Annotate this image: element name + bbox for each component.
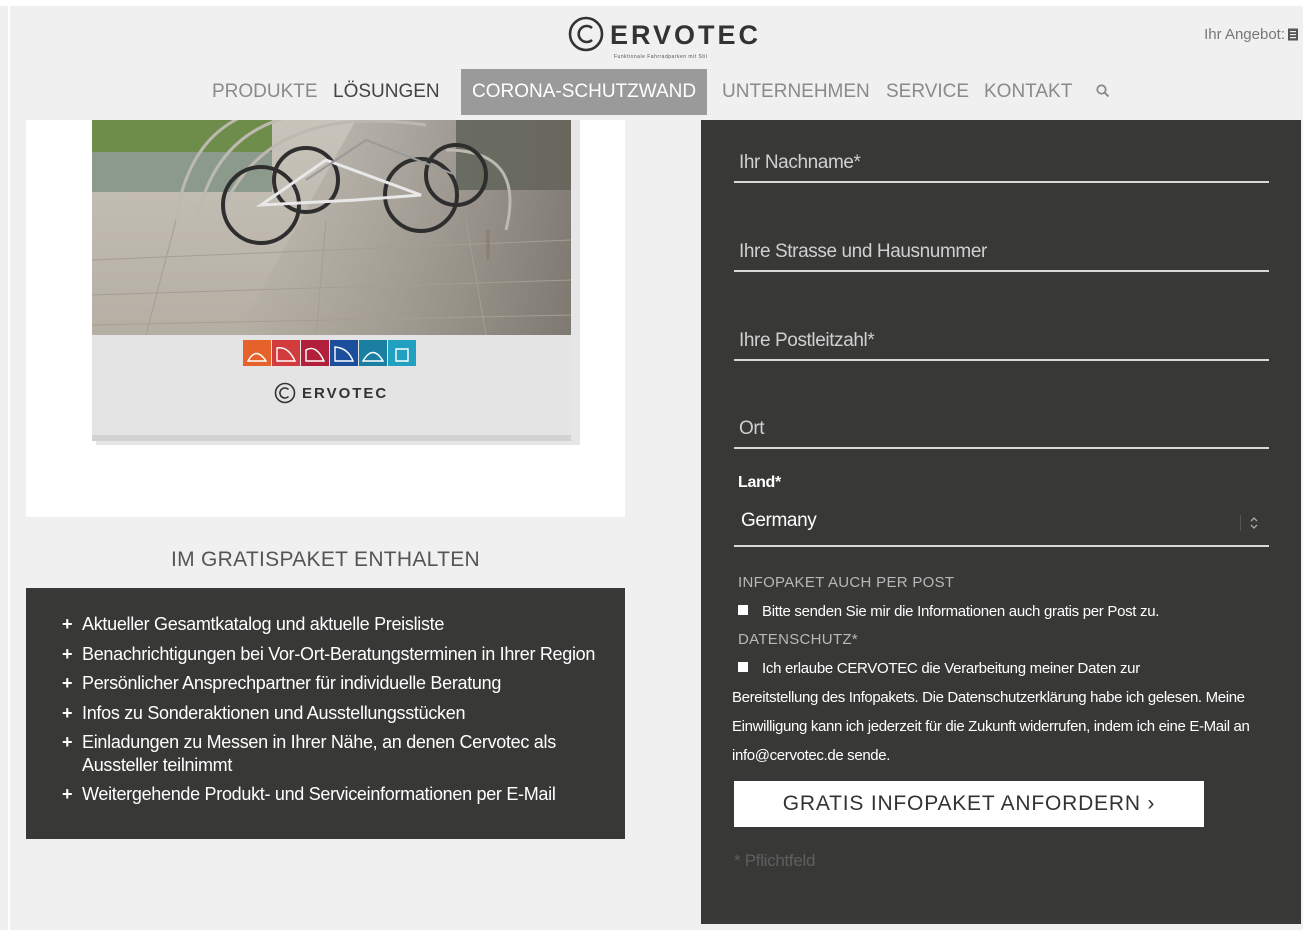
country-select-value: Germany [741,510,817,531]
brand-logo[interactable]: ERVOTEC Funktionale Fahrradparken mit St… [568,14,768,64]
plus-icon: + [62,614,73,634]
benefit-item: + Persönlicher Ansprechpartner für indivi… [62,672,605,695]
submit-button[interactable]: GRATIS INFOPAKET ANFORDERN › [734,781,1204,827]
benefit-text: Aktueller Gesamtkatalog und aktuelle Pre… [82,614,445,634]
country-select[interactable]: Germany [734,503,1269,547]
benefit-text: Benachrichtigungen bei Vor-Ort-Beratungs… [82,643,596,664]
benefit-item: + Infos zu Sonderaktionen und Ausstellung… [62,702,605,725]
nav-item-kontakt[interactable]: KONTAKT [984,69,1072,115]
benefit-item: + Einladungen zu Messen in Ihrer Nähe, an… [62,731,605,776]
street-field[interactable] [734,234,1279,270]
checkbox-icon[interactable] [738,605,748,615]
privacy-checkbox-row[interactable]: Ich erlaube CERVOTEC die Verarbeitung me… [738,660,1140,677]
catalog-image: ERVOTEC [26,120,625,517]
benefit-text: Infos zu Sonderaktionen und Ausstellungs… [82,702,466,723]
street-field-wrap [734,234,1279,272]
benefits-list: + Aktueller Gesamtkatalog und aktuelle Pr… [26,588,625,806]
logo-text: ERVOTEC [610,20,762,50]
offer-link[interactable]: Ihr Angebot: [1204,26,1299,43]
required-note: * Pflichtfeld [734,851,816,870]
catalog-cover-illustration [91,120,580,445]
search-icon[interactable] [1095,83,1111,99]
zip-field[interactable] [734,323,1279,359]
nav-item-service[interactable]: SERVICE [886,69,969,115]
post-checkbox-row[interactable]: Bitte senden Sie mir die Informationen a… [738,603,1159,620]
site-header: ERVOTEC Funktionale Fahrradparken mit St… [10,6,1303,120]
privacy-consent-text: Bereitstellung des Infopakets. Die Daten… [732,689,1250,764]
nav-item-loesungen[interactable]: LÖSUNGEN [333,69,440,115]
benefits-box: + Aktueller Gesamtkatalog und aktuelle Pr… [26,588,625,839]
nav-item-corona-schutzwand[interactable]: CORONA-SCHUTZWAND [461,69,708,115]
plus-icon: + [62,702,73,723]
city-field-wrap [734,411,1279,449]
post-checkbox-label: Bitte senden Sie mir die Informationen a… [762,603,1160,620]
logo-tagline: Funktionale Fahrradparken mit Stil [614,54,708,60]
plus-icon: + [62,643,73,664]
country-label: Land* [738,474,781,491]
document-icon [1288,28,1298,41]
privacy-heading: DATENSCHUTZ* [738,631,858,648]
request-form: Land* Germany INFOPAKET AUCH PER POST Bi… [701,120,1301,924]
logo-c-icon [568,16,604,52]
catalog-logo-text: ERVOTEC [302,385,389,402]
plus-icon: + [62,732,73,752]
benefit-text: Weitergehende Produkt- und Serviceinform… [82,784,556,804]
catalog-logo: ERVOTEC [274,382,394,412]
post-heading: INFOPAKET AUCH PER POST [738,574,955,591]
privacy-checkbox-label: Ich erlaube CERVOTEC die Verarbeitung me… [762,660,1140,677]
plus-icon: + [62,673,73,693]
catalog-logo-c-icon [274,382,296,404]
chevron-updown-icon [1240,515,1258,531]
zip-field-wrap [734,323,1279,361]
benefit-item: + Benachrichtigungen bei Vor-Ort-Beratung… [62,643,605,666]
nav-item-produkte[interactable]: PRODUKTE [212,69,318,115]
offer-label: Ihr Angebot: [1204,26,1285,43]
nav-item-unternehmen[interactable]: UNTERNEHMEN [722,69,870,115]
city-field[interactable] [734,411,1279,447]
main-nav: PRODUKTE LÖSUNGEN CORONA-SCHUTZWAND UNTE… [10,69,1303,115]
lastname-field-wrap [734,145,1279,183]
checkbox-icon[interactable] [738,662,748,672]
benefit-item: + Aktueller Gesamtkatalog und aktuelle Pr… [62,613,605,636]
lastname-field[interactable] [734,145,1279,181]
plus-icon: + [62,784,73,804]
benefits-title: IM GRATISPAKET ENTHALTEN [170,548,481,571]
benefit-text: Einladungen zu Messen in Ihrer Nähe, an … [82,732,556,775]
benefit-item: + Weitergehende Produkt- und Serviceinfor… [62,783,605,806]
benefit-text: Persönlicher Ansprechpartner für individ… [82,673,502,693]
